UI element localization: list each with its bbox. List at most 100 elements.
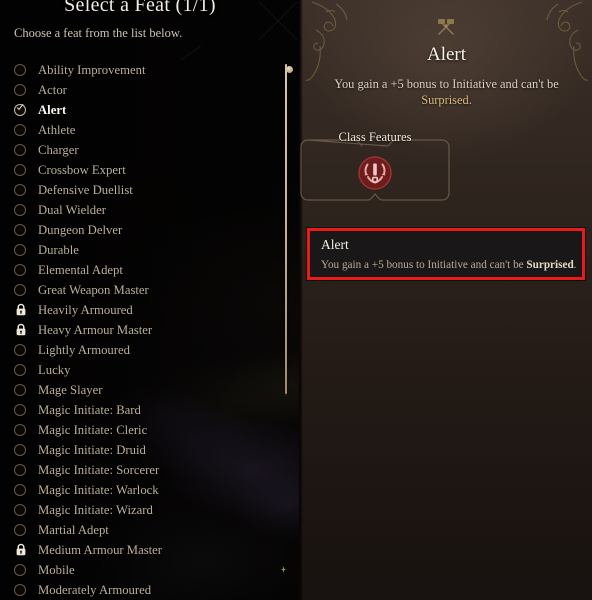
feat-list-item[interactable]: Alert: [0, 100, 290, 120]
feat-list-item-label: Magic Initiate: Sorcerer: [38, 462, 160, 477]
feat-list-item[interactable]: Ability Improvement: [0, 60, 290, 80]
feat-list-item[interactable]: Dual Wielder: [0, 200, 290, 220]
feat-list-scrollbar[interactable]: [281, 58, 294, 403]
radio-circle-icon: [14, 463, 26, 476]
feat-marker: [14, 143, 27, 157]
feat-marker: [14, 243, 27, 257]
feat-marker: [14, 443, 27, 457]
feat-list-item[interactable]: Magic Initiate: Cleric: [0, 420, 290, 440]
feat-marker: [14, 163, 27, 177]
feat-list-item-label: Moderately Armoured: [38, 582, 152, 597]
tooltip-description-suffix: .: [573, 259, 577, 271]
feat-list-item[interactable]: Moderately Armoured: [0, 580, 290, 600]
radio-circle-icon: [14, 283, 26, 296]
radio-circle-icon: [14, 583, 26, 596]
feat-marker: [14, 203, 27, 217]
feat-marker: [14, 103, 27, 117]
feat-list-item-label: Lightly Armoured: [38, 342, 130, 357]
feat-list-item-label: Ability Improvement: [38, 62, 146, 77]
feat-list-item-label: Mage Slayer: [38, 382, 103, 397]
lock-icon: [16, 323, 25, 336]
feat-list-item[interactable]: Great Weapon Master: [0, 280, 290, 300]
feat-marker: [14, 483, 27, 497]
feat-hammer-icon: [438, 19, 454, 35]
feat-list-item-label: Mobile: [38, 562, 75, 577]
radio-circle-icon: [14, 243, 26, 256]
feat-marker: [14, 223, 27, 237]
radio-circle-icon: [14, 403, 26, 416]
feat-marker: [14, 343, 27, 357]
feat-marker: [14, 543, 27, 557]
radio-circle-icon: [14, 383, 26, 396]
feat-list-item-label: Alert: [38, 102, 67, 117]
class-features-box: Class Features: [300, 130, 450, 201]
feat-list-item-label: Magic Initiate: Wizard: [38, 502, 153, 517]
feat-marker: [14, 63, 27, 77]
feat-list-item[interactable]: Magic Initiate: Warlock: [0, 480, 290, 500]
feat-list-item[interactable]: Actor: [0, 80, 290, 100]
feat-list-item-label: Dungeon Delver: [38, 222, 123, 237]
feat-list[interactable]: Ability Improvement Actor Alert Athlete Char…: [0, 60, 290, 600]
feat-detail-panel: Alert You gain a +5 bonus to Initiative …: [299, 0, 592, 600]
radio-circle-icon: [14, 123, 26, 136]
feat-list-item[interactable]: Charger: [0, 140, 290, 160]
feat-list-item-label: Actor: [38, 82, 67, 97]
feat-marker: [14, 323, 27, 337]
feat-list-item[interactable]: Lightly Armoured: [0, 340, 290, 360]
feat-list-item-label: Durable: [38, 242, 79, 257]
radio-circle-icon: [14, 263, 26, 276]
feat-marker: [14, 403, 27, 417]
feat-marker: [14, 423, 27, 437]
feat-list-item[interactable]: Lucky: [0, 360, 290, 380]
feat-marker: [14, 123, 27, 137]
feat-marker: [14, 83, 27, 97]
page-subtitle: Choose a feat from the list below.: [14, 26, 183, 40]
feat-list-item-label: Athlete: [38, 122, 76, 137]
feat-marker: [14, 583, 27, 597]
detail-description-keyword: Surprised.: [421, 93, 472, 107]
feat-marker: [14, 183, 27, 197]
feat-marker: [14, 363, 27, 377]
radio-circle-icon: [14, 423, 26, 436]
detail-description: You gain a +5 bonus to Initiative and ca…: [326, 76, 567, 108]
scrollbar-thumb-cap: [286, 65, 294, 73]
radio-circle-icon: [14, 163, 26, 176]
radio-circle-icon: [14, 363, 26, 376]
feat-list-item[interactable]: Magic Initiate: Druid: [0, 440, 290, 460]
feat-list-item[interactable]: Magic Initiate: Sorcerer: [0, 460, 290, 480]
feat-list-item[interactable]: Martial Adept: [0, 520, 290, 540]
feat-list-item[interactable]: Magic Initiate: Wizard: [0, 500, 290, 520]
radio-circle-icon: [14, 503, 26, 516]
page-title: Select a Feat (1/1): [64, 0, 216, 16]
feat-list-item[interactable]: Magic Initiate: Bard: [0, 400, 290, 420]
feat-list-item[interactable]: Athlete: [0, 120, 290, 140]
feat-list-item-label: Magic Initiate: Warlock: [38, 482, 159, 497]
feat-marker: [14, 263, 27, 277]
feat-list-item[interactable]: Durable: [0, 240, 290, 260]
feat-list-item-label: Dual Wielder: [38, 202, 106, 217]
scrollbar-thumb[interactable]: [284, 64, 294, 394]
feat-marker: [14, 503, 27, 517]
lock-icon: [16, 543, 25, 556]
feat-marker: [14, 303, 27, 317]
feat-list-item[interactable]: Defensive Duellist: [0, 180, 290, 200]
feat-list-item[interactable]: Crossbow Expert: [0, 160, 290, 180]
feat-list-item[interactable]: Elemental Adept: [0, 260, 290, 280]
feat-list-item[interactable]: Mage Slayer: [0, 380, 290, 400]
feat-list-item[interactable]: Dungeon Delver: [0, 220, 290, 240]
lock-icon: [16, 303, 25, 316]
feat-list-item[interactable]: Heavily Armoured: [0, 300, 290, 320]
feat-list-item-label: Medium Armour Master: [38, 542, 163, 557]
radio-circle-icon: [14, 443, 26, 456]
radio-circle-icon: [14, 143, 26, 156]
feat-list-item[interactable]: Mobile: [0, 560, 290, 580]
feat-list-item[interactable]: Medium Armour Master: [0, 540, 290, 560]
radio-circle-icon: [14, 223, 26, 236]
feat-list-item-label: Magic Initiate: Druid: [38, 442, 146, 457]
feat-list-item-label: Great Weapon Master: [38, 282, 149, 297]
radio-circle-icon: [14, 483, 26, 496]
feat-list-item[interactable]: Heavy Armour Master: [0, 320, 290, 340]
tooltip-description: You gain a +5 bonus to Initiative and ca…: [321, 258, 576, 272]
radio-circle-icon: [14, 343, 26, 356]
alert-exclamation-icon[interactable]: [357, 155, 393, 191]
